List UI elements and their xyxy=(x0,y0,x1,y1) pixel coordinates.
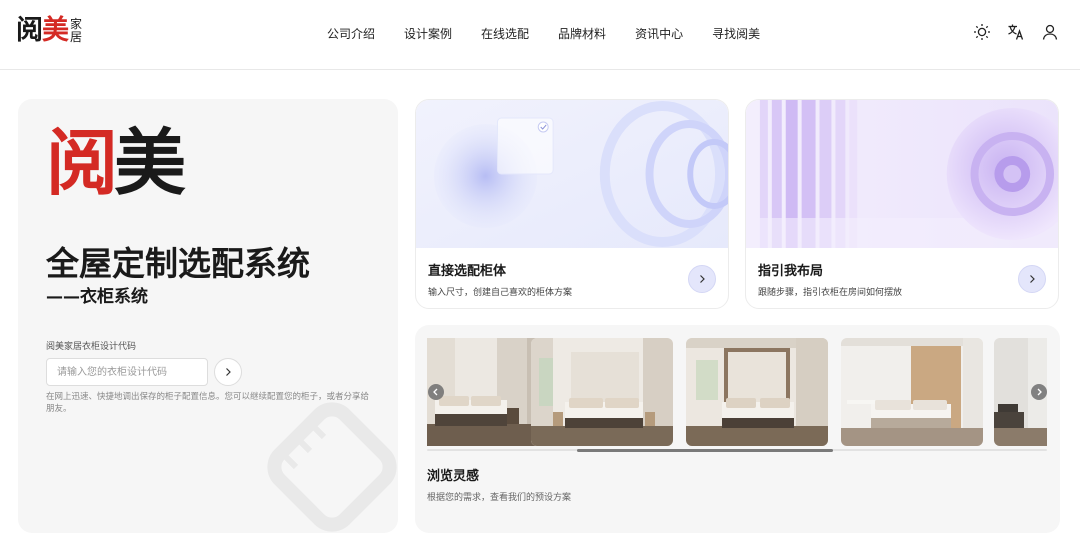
inspiration-thumbnail[interactable] xyxy=(686,338,828,446)
user-icon[interactable] xyxy=(1040,22,1060,42)
design-code-submit-button[interactable] xyxy=(214,358,242,386)
feature-card-direct-config[interactable]: 直接选配柜体 输入尺寸，创建自己喜欢的柜体方案 xyxy=(415,99,729,309)
nav-item-cases[interactable]: 设计案例 xyxy=(404,25,452,42)
inspiration-thumbnail[interactable] xyxy=(841,338,983,446)
translate-icon[interactable] xyxy=(1006,22,1026,42)
bedroom-photo xyxy=(686,338,828,446)
card-go-button[interactable] xyxy=(1018,265,1046,293)
sun-icon[interactable] xyxy=(972,22,992,42)
hero-brand-logo: 阅美 xyxy=(46,121,186,205)
browse-title: 浏览灵感 xyxy=(427,469,480,484)
brand-logo[interactable]: 阅美 家 居 xyxy=(16,17,82,44)
hero-title: 全屋定制选配系统 xyxy=(46,244,310,283)
chevron-left-icon xyxy=(433,388,438,396)
card-title: 指引我布局 xyxy=(758,264,824,279)
logo-wordmark: 阅美 xyxy=(16,15,69,46)
nav-item-configurator[interactable]: 在线选配 xyxy=(481,25,529,42)
nav-item-find-us[interactable]: 寻找阅美 xyxy=(712,25,760,42)
nav-item-company[interactable]: 公司介绍 xyxy=(327,25,375,42)
chevron-right-icon xyxy=(226,368,231,376)
main-nav: 公司介绍 设计案例 在线选配 品牌材料 资讯中心 寻找阅美 xyxy=(327,25,760,42)
logo-suffix: 家 居 xyxy=(70,16,83,44)
hero-subtitle: ——衣柜系统 xyxy=(46,287,148,307)
abstract-rings-illustration xyxy=(416,100,728,248)
feature-card-layout-guide[interactable]: 指引我布局 跟随步骤，指引衣柜在房间如何摆放 xyxy=(745,99,1059,309)
header-actions xyxy=(972,22,1060,42)
design-code-input[interactable] xyxy=(46,358,208,386)
browse-inspiration-panel: 浏览灵感 根据您的需求，查看我们的预设方案 xyxy=(415,325,1060,533)
bedroom-photo xyxy=(841,338,983,446)
card-go-button[interactable] xyxy=(688,265,716,293)
carousel-scrollbar-thumb[interactable] xyxy=(577,448,833,452)
bedroom-photo xyxy=(531,338,673,446)
card-description: 输入尺寸，创建自己喜欢的柜体方案 xyxy=(428,288,573,298)
card-description: 跟随步骤，指引衣柜在房间如何摆放 xyxy=(758,288,903,298)
browse-description: 根据您的需求，查看我们的预设方案 xyxy=(427,493,572,503)
hero-panel: 阅美 全屋定制选配系统 ——衣柜系统 阅美家居衣柜设计代码 在网上迅速、快捷地调… xyxy=(18,99,398,533)
nav-item-news[interactable]: 资讯中心 xyxy=(635,25,683,42)
carousel-scrollbar[interactable] xyxy=(427,448,1047,452)
chevron-right-icon xyxy=(1030,275,1035,283)
inspiration-thumbnail[interactable] xyxy=(531,338,673,446)
top-header: 阅美 家 居 公司介绍 设计案例 在线选配 品牌材料 资讯中心 寻找阅美 xyxy=(0,0,1080,70)
nav-item-materials[interactable]: 品牌材料 xyxy=(558,25,606,42)
tape-measure-watermark-icon xyxy=(267,402,397,532)
carousel-next-button[interactable] xyxy=(1031,384,1047,400)
design-code-label: 阅美家居衣柜设计代码 xyxy=(46,342,137,352)
card-title: 直接选配柜体 xyxy=(428,264,507,279)
chevron-right-icon xyxy=(700,275,705,283)
chevron-right-icon xyxy=(1037,388,1042,396)
carousel-prev-button[interactable] xyxy=(428,384,444,400)
inspiration-carousel[interactable] xyxy=(427,338,1047,446)
abstract-pillars-illustration xyxy=(746,100,1058,248)
